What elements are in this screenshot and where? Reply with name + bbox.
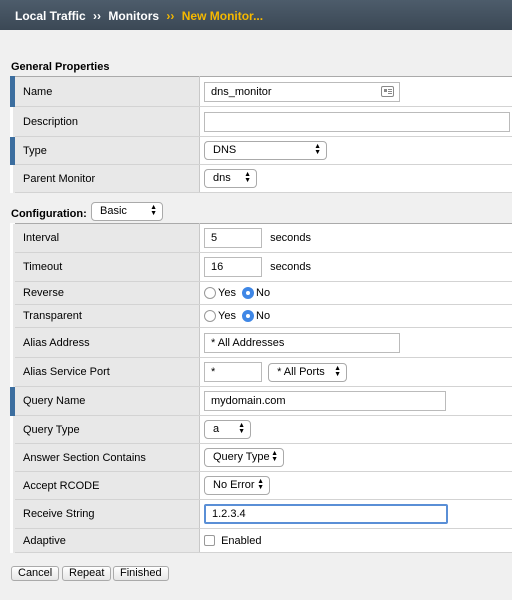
name-row: Name dns_monitor bbox=[10, 76, 512, 107]
description-row: Description bbox=[12, 106, 512, 137]
parent-monitor-row: Parent Monitor dns ▲ ▼ bbox=[12, 164, 512, 193]
general-properties-heading: General Properties bbox=[11, 61, 110, 73]
type-select-value: DNS bbox=[213, 144, 237, 156]
parent-monitor-label: Parent Monitor bbox=[12, 164, 200, 193]
configuration-mode-value: Basic bbox=[100, 205, 127, 217]
transparent-row: Transparent Yes No bbox=[12, 304, 512, 328]
description-input[interactable] bbox=[204, 111, 510, 132]
adaptive-checkbox[interactable] bbox=[204, 535, 215, 547]
interval-input[interactable]: 5 bbox=[204, 228, 262, 248]
accept-rcode-label: Accept RCODE bbox=[12, 471, 200, 500]
timeout-input[interactable]: 16 bbox=[204, 257, 262, 277]
name-input[interactable]: dns_monitor bbox=[204, 81, 400, 102]
query-type-select[interactable]: a ▲ ▼ bbox=[204, 420, 251, 439]
accept-rcode-value: No Error bbox=[213, 479, 255, 491]
title-bar: Local Traffic ›› Monitors ›› New Monitor… bbox=[0, 0, 512, 30]
name-label: Name bbox=[10, 76, 200, 107]
alias-address-label: Alias Address bbox=[12, 327, 200, 358]
query-type-value: a bbox=[213, 423, 220, 435]
contact-card-icon[interactable] bbox=[381, 85, 394, 97]
interval-label: Interval bbox=[12, 223, 200, 253]
configuration-mode-select[interactable]: Basic ▲ ▼ bbox=[91, 202, 163, 221]
alias-port-select-value: * All Ports bbox=[277, 365, 325, 378]
select-arrows-icon: ▲ ▼ bbox=[150, 204, 157, 217]
answer-section-select[interactable]: Query Type ▲ ▼ bbox=[204, 448, 284, 467]
breadcrumb-current: New Monitor... bbox=[181, 9, 264, 23]
transparent-yes-label: Yes bbox=[218, 310, 236, 323]
breadcrumb-local-traffic[interactable]: Local Traffic bbox=[15, 9, 86, 23]
transparent-no-radio[interactable] bbox=[242, 310, 255, 323]
interval-row: Interval 5 seconds bbox=[12, 223, 512, 253]
type-select[interactable]: DNS ▲ ▼ bbox=[204, 141, 327, 160]
query-type-row: Query Type a ▲ ▼ bbox=[12, 415, 512, 444]
breadcrumb: Local Traffic ›› Monitors ›› New Monitor… bbox=[15, 9, 263, 23]
select-arrows-icon: ▲ ▼ bbox=[238, 422, 245, 435]
interval-unit: seconds bbox=[270, 232, 312, 244]
breadcrumb-separator: ›› bbox=[93, 9, 102, 23]
repeat-button[interactable]: Repeat bbox=[62, 566, 112, 581]
accept-rcode-select[interactable]: No Error ▲ ▼ bbox=[204, 476, 270, 495]
answer-section-label: Answer Section Contains bbox=[12, 443, 200, 472]
query-name-input[interactable]: mydomain.com bbox=[204, 391, 446, 411]
answer-section-row: Answer Section Contains Query Type ▲ ▼ bbox=[12, 443, 512, 472]
timeout-row: Timeout 16 seconds bbox=[12, 252, 512, 282]
parent-monitor-select[interactable]: dns ▲ ▼ bbox=[204, 169, 257, 188]
timeout-label: Timeout bbox=[12, 252, 200, 282]
alias-port-select[interactable]: * All Ports ▲ ▼ bbox=[268, 362, 348, 382]
transparent-yes-radio[interactable] bbox=[204, 310, 216, 323]
select-arrows-icon: ▲ ▼ bbox=[244, 171, 251, 184]
alias-port-input[interactable]: * bbox=[204, 362, 262, 382]
answer-section-value: Query Type bbox=[213, 451, 270, 463]
alias-address-row: Alias Address * All Addresses bbox=[12, 327, 512, 358]
reverse-no-label: No bbox=[256, 287, 271, 300]
breadcrumb-separator: ›› bbox=[166, 9, 175, 23]
reverse-yes-label: Yes bbox=[218, 287, 236, 300]
name-input-value: dns_monitor bbox=[211, 85, 272, 98]
configuration-table: Interval 5 seconds Timeout 16 seconds Re… bbox=[10, 223, 512, 553]
adaptive-label: Adaptive bbox=[12, 528, 200, 553]
alias-address-input[interactable]: * All Addresses bbox=[204, 332, 400, 353]
transparent-no-label: No bbox=[256, 310, 271, 323]
type-row: Type DNS ▲ ▼ bbox=[10, 136, 512, 165]
transparent-label: Transparent bbox=[12, 304, 200, 328]
reverse-no-radio[interactable] bbox=[242, 287, 255, 300]
breadcrumb-monitors[interactable]: Monitors bbox=[108, 9, 159, 23]
alias-service-port-row: Alias Service Port * * All Ports ▲ ▼ bbox=[12, 357, 512, 387]
select-arrows-icon: ▲ ▼ bbox=[314, 143, 321, 156]
finished-button[interactable]: Finished bbox=[113, 566, 169, 581]
reverse-row: Reverse Yes No bbox=[12, 281, 512, 305]
reverse-label: Reverse bbox=[12, 281, 200, 305]
query-name-row: Query Name mydomain.com bbox=[10, 386, 512, 416]
parent-monitor-value: dns bbox=[213, 172, 231, 184]
query-name-label: Query Name bbox=[10, 386, 200, 416]
reverse-yes-radio[interactable] bbox=[204, 287, 216, 300]
general-properties-table: Name dns_monitor Description Type DNS ▲ ▼… bbox=[10, 76, 512, 193]
receive-string-row: Receive String 1.2.3.4 bbox=[12, 499, 512, 529]
adaptive-enabled-label: Enabled bbox=[221, 534, 262, 547]
adaptive-row: Adaptive Enabled bbox=[12, 528, 512, 553]
select-arrows-icon: ▲ ▼ bbox=[271, 450, 278, 463]
query-type-label: Query Type bbox=[12, 415, 200, 444]
timeout-unit: seconds bbox=[270, 261, 312, 273]
receive-string-label: Receive String bbox=[12, 499, 200, 529]
description-label: Description bbox=[12, 106, 200, 137]
accept-rcode-row: Accept RCODE No Error ▲ ▼ bbox=[12, 471, 512, 500]
type-label: Type bbox=[10, 136, 200, 165]
select-arrows-icon: ▲ ▼ bbox=[257, 478, 264, 491]
configuration-heading: Configuration: bbox=[11, 208, 87, 220]
alias-service-port-label: Alias Service Port bbox=[12, 357, 200, 387]
cancel-button[interactable]: Cancel bbox=[11, 566, 60, 581]
receive-string-input[interactable]: 1.2.3.4 bbox=[204, 504, 448, 524]
select-arrows-icon: ▲ ▼ bbox=[334, 364, 342, 378]
